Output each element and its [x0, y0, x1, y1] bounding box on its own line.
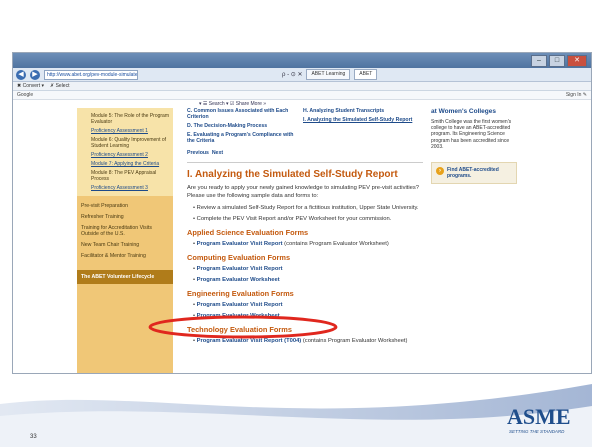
asme-tagline: SETTING THE STANDARD: [509, 429, 565, 434]
asme-wordmark: ASME: [507, 404, 571, 429]
slide-number: 33: [30, 434, 37, 440]
highlight-circle: [148, 315, 338, 339]
asme-logo: ASME SETTING THE STANDARD: [507, 404, 571, 434]
slide-footer-wave: [0, 384, 592, 447]
